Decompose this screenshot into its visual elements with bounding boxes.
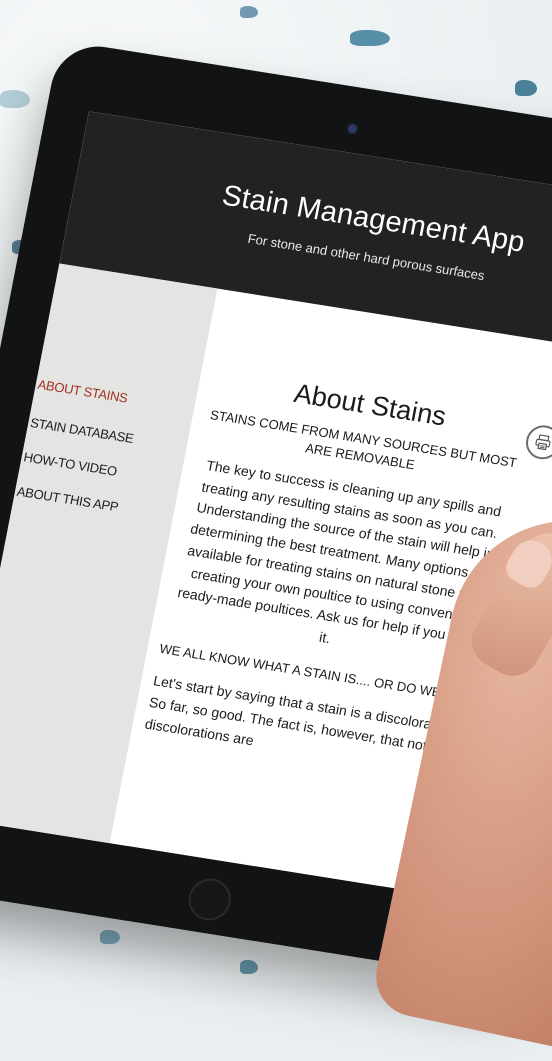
camera-lens	[347, 124, 358, 134]
stone-chip	[240, 6, 258, 18]
stone-chip	[0, 90, 30, 108]
stone-chip	[100, 930, 120, 944]
home-button[interactable]	[184, 875, 235, 924]
stone-chip	[240, 960, 258, 974]
stone-chip	[350, 30, 390, 46]
nav-list: ABOUT STAINS STAIN DATABASE HOW-TO VIDEO…	[12, 264, 218, 533]
stone-chip	[515, 80, 537, 96]
printer-icon	[535, 434, 551, 451]
app-title: Stain Management App	[219, 179, 528, 259]
